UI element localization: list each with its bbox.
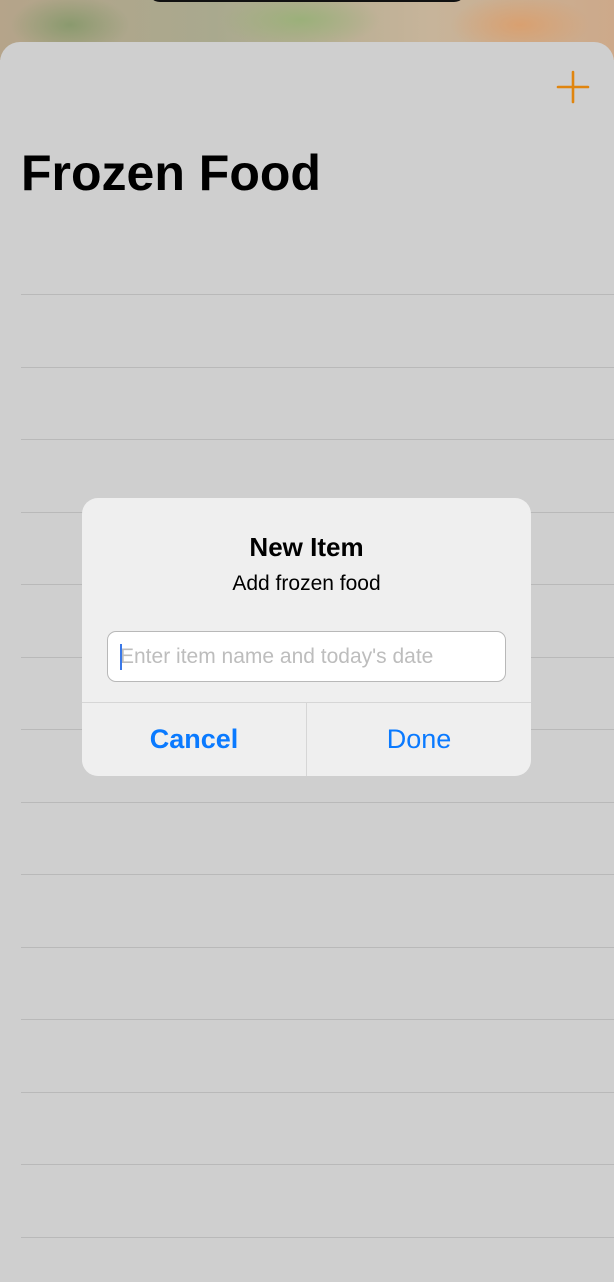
list-row[interactable] (21, 1092, 614, 1165)
list-row[interactable] (21, 1019, 614, 1092)
list-row[interactable] (21, 802, 614, 875)
food-list (21, 294, 614, 1282)
cancel-button[interactable]: Cancel (82, 703, 306, 776)
list-row[interactable] (21, 947, 614, 1020)
plus-icon (556, 70, 590, 104)
alert-message: Add frozen food (82, 572, 531, 596)
device-notch (148, 0, 466, 2)
list-row[interactable] (21, 874, 614, 947)
page-title: Frozen Food (21, 144, 321, 202)
item-name-input[interactable] (107, 631, 506, 682)
alert-title: New Item (82, 532, 531, 563)
list-row[interactable] (21, 367, 614, 440)
list-row[interactable] (21, 294, 614, 367)
list-row[interactable] (21, 1237, 614, 1282)
done-button[interactable]: Done (307, 703, 531, 776)
new-item-alert: New Item Add frozen food Cancel Done (82, 498, 531, 776)
list-row[interactable] (21, 1164, 614, 1237)
text-cursor (120, 644, 122, 670)
add-item-button[interactable] (556, 70, 590, 104)
